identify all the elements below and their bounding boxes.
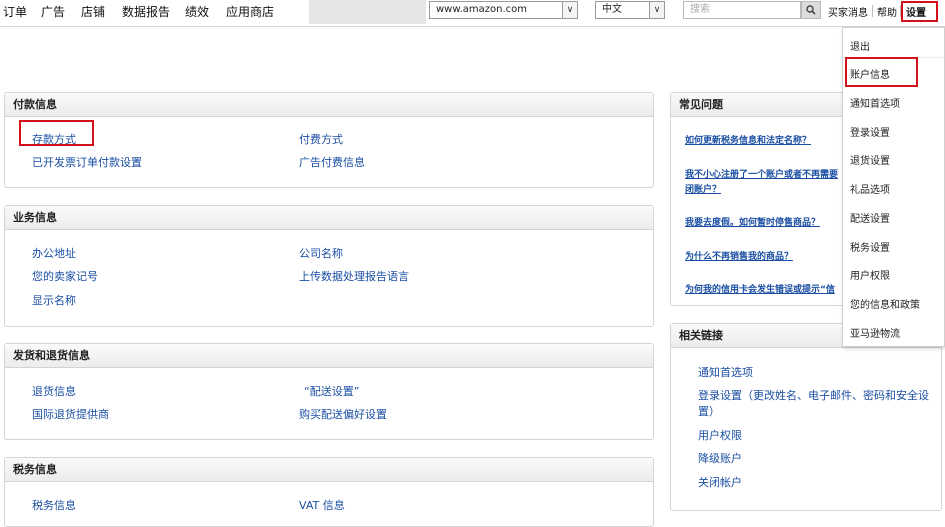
- marketplace-select[interactable]: www.amazon.com ∨: [429, 1, 578, 19]
- tax-info-title: 税务信息: [5, 458, 653, 482]
- settings-dropdown-menu: 退出 账户信息 通知首选项 登录设置 退货设置 礼品选项 配送设置 税务设置 用…: [842, 27, 945, 347]
- login-settings-link[interactable]: 登录设置（更改姓名、电子邮件、密码和安全设: [698, 387, 929, 403]
- nav-advertising[interactable]: 广告: [41, 3, 65, 20]
- payment-info-panel: 付款信息 存款方式 付费方式 已开发票订单付款设置 广告付费信息: [4, 92, 654, 188]
- business-info-panel: 业务信息 办公地址 公司名称 您的卖家记号 上传数据处理报告语言 显示名称: [4, 205, 654, 327]
- highlight-box: [19, 120, 94, 146]
- nav-reports[interactable]: 数据报告: [122, 3, 170, 20]
- user-permissions-link[interactable]: 用户权限: [698, 427, 742, 443]
- notification-preferences-link[interactable]: 通知首选项: [698, 364, 753, 380]
- highlight-box: [845, 57, 918, 87]
- related-links-panel: 相关链接 通知首选项 登录设置（更改姓名、电子邮件、密码和安全设 置） 用户权限…: [670, 323, 942, 511]
- menu-item-user-permissions[interactable]: 用户权限: [850, 267, 890, 282]
- menu-item-notification-preferences[interactable]: 通知首选项: [850, 95, 900, 110]
- menu-item-info-and-policies[interactable]: 您的信息和政策: [850, 296, 920, 311]
- chevron-down-icon: ∨: [562, 2, 577, 18]
- menu-item-return-settings[interactable]: 退货设置: [850, 152, 890, 167]
- vat-info-link[interactable]: VAT 信息: [299, 497, 345, 513]
- chevron-down-icon: ∨: [649, 2, 664, 18]
- nav-orders[interactable]: 订单: [3, 3, 27, 20]
- seller-token-link[interactable]: 您的卖家记号: [32, 268, 98, 284]
- shipping-returns-panel: 发货和退货信息 退货信息 “配送设置” 国际退货提供商 购买配送偏好设置: [4, 343, 654, 440]
- menu-item-gift-options[interactable]: 礼品选项: [850, 181, 890, 196]
- invoiced-order-payment-link[interactable]: 已开发票订单付款设置: [32, 154, 142, 170]
- buy-shipping-preferences-link[interactable]: 购买配送偏好设置: [299, 406, 387, 422]
- international-returns-link[interactable]: 国际退货提供商: [32, 406, 109, 422]
- menu-item-fba[interactable]: 亚马逊物流: [850, 325, 900, 340]
- highlight-box: [901, 1, 938, 22]
- menu-item-tax-settings[interactable]: 税务设置: [850, 239, 890, 254]
- marketplace-select-value: www.amazon.com: [436, 4, 528, 15]
- menu-item-logout[interactable]: 退出: [850, 38, 870, 53]
- upload-report-language-link[interactable]: 上传数据处理报告语言: [299, 268, 409, 284]
- shipping-returns-title: 发货和退货信息: [5, 344, 653, 368]
- menu-item-login-settings[interactable]: 登录设置: [850, 124, 890, 139]
- nav-appstore[interactable]: 应用商店: [226, 3, 274, 20]
- tax-info-link[interactable]: 税务信息: [32, 497, 76, 513]
- search-input[interactable]: 搜索: [683, 1, 801, 19]
- faq-item[interactable]: 为何我的信用卡会发生错误或提示“信: [685, 282, 835, 295]
- shipping-settings-link[interactable]: “配送设置”: [304, 383, 359, 399]
- language-select-value: 中文: [602, 4, 622, 15]
- faq-item[interactable]: 如何更新税务信息和法定名称？: [685, 133, 811, 146]
- search-icon: [806, 5, 816, 15]
- downgrade-account-link[interactable]: 降级账户: [698, 450, 742, 466]
- help-link[interactable]: 帮助: [877, 4, 897, 19]
- payment-info-title: 付款信息: [5, 93, 653, 117]
- return-info-link[interactable]: 退货信息: [32, 383, 76, 399]
- close-account-link[interactable]: 关闭帐户: [698, 474, 742, 490]
- office-address-link[interactable]: 办公地址: [32, 245, 76, 261]
- advertising-billing-link[interactable]: 广告付费信息: [299, 154, 365, 170]
- search-placeholder: 搜索: [690, 4, 710, 15]
- menu-item-shipping-settings[interactable]: 配送设置: [850, 210, 890, 225]
- faq-item[interactable]: 为什么不再销售我的商品？: [685, 249, 793, 262]
- search-button[interactable]: [801, 1, 821, 19]
- nav-performance[interactable]: 绩效: [185, 3, 209, 20]
- top-navigation-bar: 订单 广告 店铺 数据报告 绩效 应用商店 www.amazon.com ∨ 中…: [0, 0, 945, 27]
- charge-methods-link[interactable]: 付费方式: [299, 131, 343, 147]
- tax-info-panel: 税务信息 税务信息 VAT 信息: [4, 457, 654, 527]
- buyer-messages-link[interactable]: 买家消息: [828, 4, 868, 19]
- business-info-title: 业务信息: [5, 206, 653, 230]
- nav-stores[interactable]: 店铺: [81, 3, 105, 20]
- divider: [872, 5, 873, 17]
- faq-item[interactable]: 我不小心注册了一个账户或者不再需要: [685, 167, 838, 180]
- redacted-block: [309, 0, 426, 24]
- company-name-link[interactable]: 公司名称: [299, 245, 343, 261]
- login-settings-link-continued[interactable]: 置）: [698, 403, 720, 419]
- faq-item[interactable]: 我要去度假。如何暂时停售商品？: [685, 215, 820, 228]
- faq-item-continued[interactable]: 闭账户？: [685, 182, 721, 195]
- display-name-link[interactable]: 显示名称: [32, 292, 76, 308]
- language-select[interactable]: 中文 ∨: [595, 1, 665, 19]
